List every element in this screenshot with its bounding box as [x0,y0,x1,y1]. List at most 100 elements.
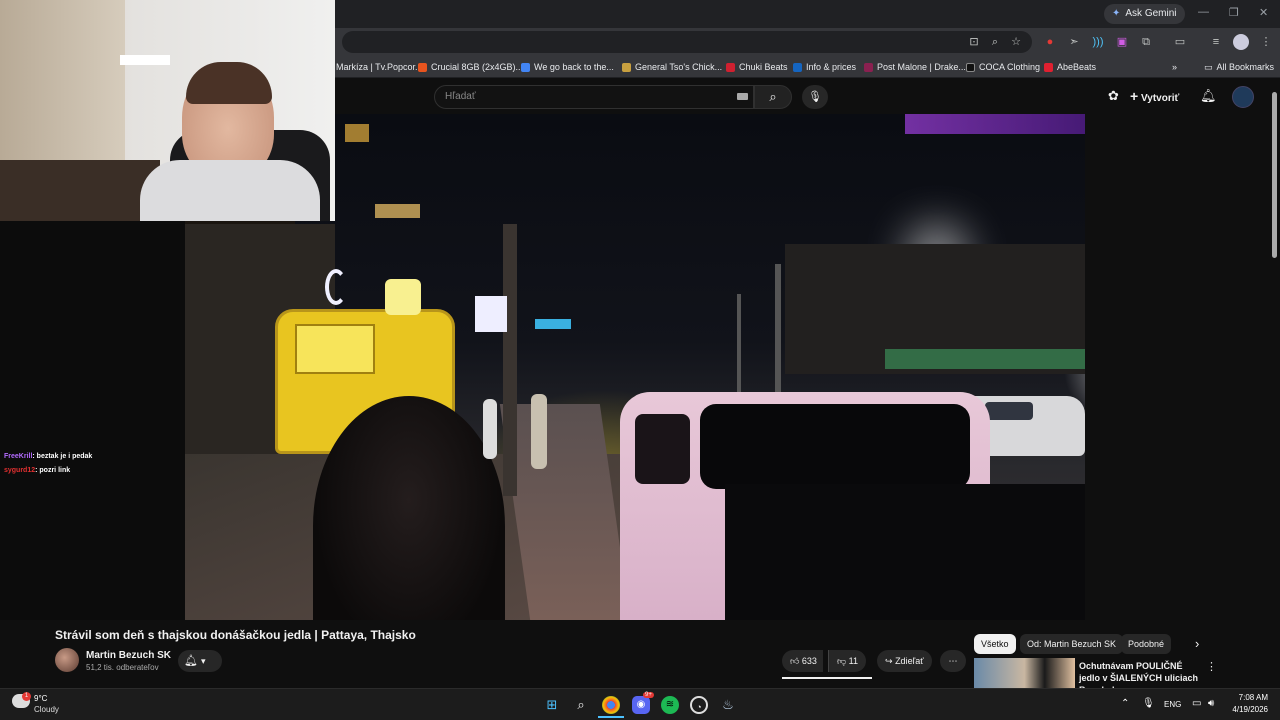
input-language[interactable]: ENG [1164,700,1181,709]
chat-username: sygurd12 [4,467,36,474]
menu-kebab-icon[interactable]: ⋮ [1258,34,1274,50]
bookmark-item[interactable]: COCA Clothing [966,60,1040,74]
discord-icon[interactable]: ◉ [632,696,650,714]
chat-text: : beztak je i pedak [32,453,93,460]
shop-sign-blue [535,319,571,329]
profile-avatar-icon[interactable] [1233,34,1249,50]
share-button[interactable]: ↪ Zdieľať [877,650,932,672]
weather-temperature[interactable]: 9°C [34,694,47,703]
car-window [985,402,1033,420]
extension-red-icon[interactable]: ● [1042,34,1058,50]
games-icon[interactable]: ✿ [1108,88,1119,104]
all-bookmarks-button[interactable]: ▭ All Bookmarks [1204,60,1274,74]
chrome-icon[interactable] [602,696,620,714]
more-actions-button[interactable]: ⋯ [940,650,966,672]
bookmarks-overflow-icon[interactable]: » [1172,60,1177,74]
bookmark-favicon-icon [966,62,975,72]
restore-icon[interactable]: ❐ [1229,6,1239,19]
chip-related[interactable]: Podobné [1121,634,1172,654]
bookmark-favicon-icon [726,62,735,72]
awning-green [885,349,1085,369]
install-app-icon[interactable]: ⊡ [966,34,982,50]
extension-arrow-icon[interactable]: ➣ [1066,34,1082,50]
share-icon: ↪ [885,656,893,666]
bookmark-item[interactable]: Markíza | Tv.Popcor... [336,60,423,74]
create-button[interactable]: + Vytvoriť [1130,88,1179,104]
spotify-icon[interactable]: ≋ [661,696,679,714]
like-button[interactable]: 👍︎ 633 [782,650,823,672]
tab-search-icon[interactable]: ▭ [1172,34,1188,50]
bookmark-item[interactable]: General Tso's Chick... [622,60,722,74]
folder-icon: ▭ [1204,61,1213,72]
recommended-menu-icon[interactable]: ⋮ [1206,660,1217,673]
bookmark-item[interactable]: Post Malone | Drake... [864,60,966,74]
recommended-thumbnail[interactable] [974,658,1075,688]
video-title: Strávil som deň s thajskou donášačkou je… [55,628,416,642]
voice-search-button[interactable]: 🎙 [802,85,828,109]
windows-start-icon[interactable]: ⊞ [543,696,561,714]
bookmark-item[interactable]: Crucial 8GB (2x4GB)... [418,60,523,74]
desk [0,160,160,221]
overlay-left-panel [0,221,185,621]
user-avatar[interactable] [1232,86,1254,108]
search-icon: ⌕ [769,89,777,104]
streamer-webcam [0,0,335,221]
address-bar[interactable] [342,31,1032,53]
utility-pole [775,264,781,394]
discord-badge: 9+ [643,692,654,698]
food-truck-window [295,324,375,374]
pedestrian [483,399,497,459]
streamer-shirt [140,160,320,221]
volume-icon[interactable]: 🔊︎ [1208,698,1214,709]
media-controls-icon[interactable]: ≡ [1208,34,1224,50]
clock-date[interactable]: 4/19/2026 [1224,705,1268,714]
bookmark-favicon-icon [622,62,631,72]
subscription-bell-button[interactable]: 🔔︎ ▾ [178,650,222,672]
search-input[interactable]: Hľadať [434,85,754,109]
utility-pole [737,294,741,394]
bookmark-item[interactable]: Info & prices [793,60,856,74]
zoom-icon[interactable]: ⌕ [987,34,1003,50]
search-button[interactable]: ⌕ [754,85,792,109]
bookmark-item[interactable]: Chuki Beats [726,60,788,74]
channel-avatar[interactable] [55,648,79,672]
active-app-indicator [598,716,624,718]
dislike-button[interactable]: 👎︎ 11 [828,650,866,672]
steam-icon[interactable]: ♨ [719,696,737,714]
truck-rear-window [700,404,970,489]
app-circle-icon[interactable]: ◔ [690,696,708,714]
chat-message: FreeKrill: beztak je i pedak [4,453,92,460]
neon-sign [325,269,347,305]
microphone-icon[interactable]: 🎙︎ [1142,698,1155,709]
chip-from-channel[interactable]: Od: Martin Bezuch SK [1020,634,1124,654]
bookmark-item[interactable]: We go back to the... [521,60,614,74]
extension-wave-icon[interactable]: ))) [1090,34,1106,50]
truck-bed [725,484,1085,620]
channel-name[interactable]: Martin Bezuch SK [86,650,171,661]
utility-pole [503,224,517,496]
chevron-right-icon[interactable]: › [1195,636,1199,651]
page-scrollbar[interactable] [1272,92,1277,258]
bookmark-item[interactable]: AbeBeats [1044,60,1096,74]
close-icon[interactable]: ✕ [1259,6,1268,19]
tray-overflow-icon[interactable]: ⌃ [1121,698,1129,709]
notifications-bell-icon[interactable]: 🔔︎ [1200,88,1217,104]
curtain [0,0,125,170]
plus-icon: + [1130,88,1139,104]
weather-description[interactable]: Cloudy [34,705,59,714]
mic-icon: 🎙 [808,91,822,103]
lit-window [375,204,420,218]
search-icon[interactable]: ⌕ [572,696,590,714]
extensions-puzzle-icon[interactable]: ⧉ [1138,34,1154,50]
ask-gemini-button[interactable]: ✦ Ask Gemini [1104,4,1185,24]
minimize-icon[interactable]: — [1198,6,1209,18]
bookmark-star-icon[interactable]: ☆ [1008,34,1024,50]
extension-twitch-icon[interactable]: ▣ [1114,34,1130,50]
chip-all[interactable]: Všetko [974,634,1016,654]
thumbs-down-icon: 👎︎ [837,656,847,666]
streamer-hair [186,62,272,104]
wall-shelf [120,55,170,65]
network-icon[interactable]: ▭ [1192,698,1201,709]
keyboard-icon[interactable] [737,93,748,100]
clock-time[interactable]: 7:08 AM [1230,693,1268,702]
